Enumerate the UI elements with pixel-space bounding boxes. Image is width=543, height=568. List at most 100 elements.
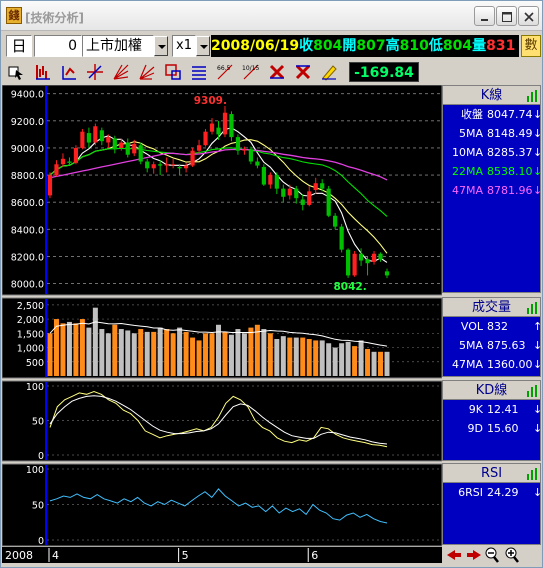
candle-body — [294, 188, 299, 199]
ma-tool-2[interactable]: 10/15 — [240, 61, 262, 83]
stock-code-input[interactable]: 0 — [34, 35, 82, 57]
volume-bar — [261, 329, 267, 376]
zoom-select[interactable]: x1 — [172, 35, 196, 57]
title-bar[interactable]: 錢 [技術分析] — [1, 1, 542, 31]
volume-bar — [280, 336, 286, 376]
fan2-tool[interactable] — [136, 61, 158, 83]
candle-body — [339, 226, 344, 250]
window-title: [技術分析] — [25, 11, 84, 25]
bars-icon — [527, 385, 537, 397]
y-tick-label: 500 — [26, 358, 44, 369]
settings-button[interactable]: 數 — [521, 35, 541, 57]
candle-body — [119, 142, 124, 148]
kline-tool[interactable] — [32, 61, 54, 83]
row-value: 8781.96 — [487, 184, 533, 197]
rsi-panel-header[interactable]: RSI — [443, 464, 540, 483]
candle-body — [216, 127, 221, 135]
bars-icon — [527, 468, 537, 480]
candle-body — [138, 145, 143, 162]
trend-arrow-icon: ↑ — [533, 320, 543, 333]
y-tick-label: 9200.0 — [11, 117, 44, 128]
x-month-label: 5 — [182, 549, 189, 562]
candle-body — [281, 188, 286, 197]
kline-icon — [36, 65, 50, 80]
x-axis-strip — [2, 547, 442, 563]
volume-panel-title: 成交量 — [471, 300, 511, 315]
y-tick-label: 8600.0 — [11, 198, 44, 209]
app-window: 錢 [技術分析] 日 0 上市加權 x1 2008/06/19收804開807高… — [0, 0, 543, 568]
volume-bar — [138, 329, 144, 376]
scroll-right-icon[interactable] — [467, 550, 481, 560]
volume-bar — [319, 340, 325, 376]
row-value: 12.41 — [487, 403, 519, 416]
ma-66-5-icon: 66.5 — [217, 64, 233, 80]
chart-canvas[interactable]: 9400.0 9200.0 9000.0 8800.0 8600.0 8400.0 8200… — [2, 85, 442, 565]
pencil-icon — [322, 65, 337, 81]
row-value: 832 — [487, 320, 508, 333]
kd-panel: KD線 9K 12.41 ↓ 9D 15.60 ↓ — [442, 380, 543, 461]
panel-row: VOL 832 ↑ — [443, 317, 543, 336]
candle-body — [378, 253, 383, 260]
panel-row: 5MA 875.63 ↓ — [443, 336, 542, 355]
period-selector[interactable]: 日 — [6, 35, 32, 57]
stock-dropdown-icon[interactable] — [154, 36, 168, 56]
row-value: 875.63 — [487, 339, 526, 352]
close-value: 804 — [313, 38, 343, 54]
volume-bar — [177, 327, 183, 376]
candle-body — [352, 253, 357, 276]
panel-row: 9D 15.60 ↓ — [443, 419, 543, 438]
stock-name-select[interactable]: 上市加權 — [82, 35, 154, 57]
ma-tool-1[interactable]: 66.5 — [214, 61, 236, 83]
zoom-box-tool[interactable] — [162, 61, 184, 83]
kd-panel-header[interactable]: KD線 — [443, 381, 540, 400]
candle-body — [346, 249, 351, 276]
volume-bar — [203, 333, 209, 376]
y-tick-label: 8400.0 — [11, 225, 44, 236]
candle-body — [60, 158, 66, 165]
volume-panel-header[interactable]: 成交量 — [443, 298, 540, 317]
panel-row: 收盤 8047.74 ↓ — [443, 105, 542, 124]
delete-tool[interactable] — [266, 61, 288, 83]
candle-body — [333, 215, 338, 227]
scroll-left-icon[interactable] — [447, 550, 461, 560]
candle-body — [86, 133, 91, 143]
rsi-panel: RSI 6RSI 24.29 ↓ — [442, 463, 542, 545]
maximize-button[interactable] — [496, 6, 517, 26]
high-annotation: 9309. — [194, 95, 227, 107]
volume-bar — [183, 331, 189, 376]
clear-tool[interactable] — [292, 61, 314, 83]
candle-body — [125, 142, 130, 155]
volume-bar — [66, 321, 72, 376]
chart-navigation — [445, 546, 541, 564]
lines-tool[interactable] — [188, 61, 210, 83]
pointer-icon — [8, 66, 23, 80]
volume-bar — [287, 337, 293, 376]
kd-panel-values: 9K 12.41 ↓ 9D 15.60 ↓ — [443, 400, 543, 460]
candle-body — [93, 126, 98, 143]
pencil-tool[interactable] — [318, 61, 340, 83]
k-panel-header[interactable]: K線 — [443, 86, 540, 105]
trend-arrow-icon: ↓ — [533, 184, 543, 197]
volume-bar — [365, 348, 371, 376]
volume-bar — [144, 331, 150, 376]
zoom-dropdown-icon[interactable] — [196, 36, 210, 56]
zoom-out-icon[interactable] — [485, 547, 499, 563]
crosshair-icon — [87, 64, 103, 80]
bar-tool[interactable] — [58, 61, 80, 83]
volume-bar — [164, 329, 170, 376]
candle-body — [326, 188, 331, 216]
volume-bar — [196, 340, 202, 376]
crosshair-tool[interactable] — [84, 61, 106, 83]
close-button[interactable] — [518, 6, 539, 26]
zoom-in-icon[interactable] — [505, 547, 519, 563]
rsi-panel-title: RSI — [480, 466, 503, 481]
minimize-button[interactable] — [474, 6, 495, 26]
pointer-tool[interactable] — [5, 61, 27, 83]
trend-arrow-icon: ↓ — [533, 146, 543, 159]
trend-arrow-icon: ↓ — [533, 422, 543, 435]
volume-bar — [222, 331, 228, 376]
fan-tool[interactable] — [110, 61, 132, 83]
candle-body — [209, 123, 215, 132]
volume-panel-values: VOL 832 ↑ 5MA 875.63 ↓ 47MA 1360.00 ↓ — [443, 317, 543, 376]
trend-arrow-icon: ↓ — [533, 358, 543, 371]
